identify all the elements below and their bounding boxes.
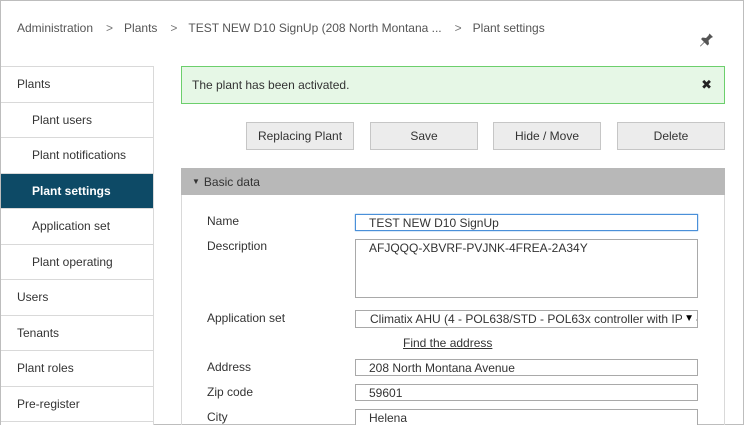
- breadcrumb: Administration > Plants > TEST NEW D10 S…: [17, 21, 545, 35]
- save-button[interactable]: Save: [370, 122, 478, 150]
- zip-code-label: Zip code: [207, 385, 254, 399]
- sidebar: Plants Plant users Plant notifications P…: [1, 66, 154, 425]
- city-label: City: [207, 410, 228, 424]
- sidebar-item-plant-users[interactable]: Plant users: [1, 103, 153, 138]
- hide-move-button[interactable]: Hide / Move: [493, 122, 601, 150]
- sidebar-item-pre-register[interactable]: Pre-register: [1, 387, 153, 422]
- delete-button[interactable]: Delete: [617, 122, 725, 150]
- sidebar-item-plant-notifications[interactable]: Plant notifications: [1, 138, 153, 174]
- replacing-plant-button[interactable]: Replacing Plant: [246, 122, 354, 150]
- city-input[interactable]: [355, 409, 698, 425]
- sidebar-item-plant-roles[interactable]: Plant roles: [1, 351, 153, 387]
- sidebar-item-plants[interactable]: Plants: [1, 67, 153, 103]
- zip-code-input[interactable]: [355, 384, 698, 401]
- description-label: Description: [207, 239, 268, 253]
- breadcrumb-separator: >: [170, 21, 178, 35]
- panel-title: Basic data: [203, 174, 260, 189]
- application-set-selected-value: Climatix AHU (4 - POL638/STD - POL63x co…: [370, 312, 698, 326]
- sidebar-item-users[interactable]: Users: [1, 280, 153, 316]
- breadcrumb-separator: >: [106, 21, 114, 35]
- sidebar-item-application-set[interactable]: Application set: [1, 209, 153, 245]
- alert-message: The plant has been activated.: [192, 78, 350, 92]
- find-address-link[interactable]: Find the address: [403, 336, 492, 350]
- close-icon[interactable]: ✖: [701, 77, 712, 93]
- application-set-label: Application set: [207, 311, 286, 325]
- breadcrumb-plant[interactable]: TEST NEW D10 SignUp (208 North Montana .…: [188, 21, 441, 35]
- name-input[interactable]: [355, 214, 698, 231]
- description-textarea[interactable]: AFJQQQ-XBVRF-PVJNK-4FREA-2A34Y: [355, 239, 698, 298]
- dropdown-arrow-icon: ▼: [682, 311, 694, 327]
- success-alert: The plant has been activated. ✖: [181, 66, 725, 104]
- basic-data-panel-header[interactable]: ▼ Basic data: [181, 168, 725, 195]
- sidebar-item-tenants[interactable]: Tenants: [1, 316, 153, 351]
- address-input[interactable]: [355, 359, 698, 376]
- sidebar-item-plant-operating[interactable]: Plant operating: [1, 245, 153, 280]
- breadcrumb-administration[interactable]: Administration: [17, 21, 93, 35]
- breadcrumb-separator: >: [454, 21, 462, 35]
- pin-icon[interactable]: [699, 30, 715, 48]
- name-label: Name: [207, 214, 240, 228]
- breadcrumb-plant-settings: Plant settings: [472, 21, 545, 35]
- application-set-select[interactable]: Climatix AHU (4 - POL638/STD - POL63x co…: [355, 310, 698, 328]
- caret-down-icon: ▼: [192, 177, 200, 186]
- breadcrumb-plants[interactable]: Plants: [124, 21, 157, 35]
- address-label: Address: [207, 360, 252, 374]
- sidebar-item-plant-settings[interactable]: Plant settings: [1, 173, 153, 209]
